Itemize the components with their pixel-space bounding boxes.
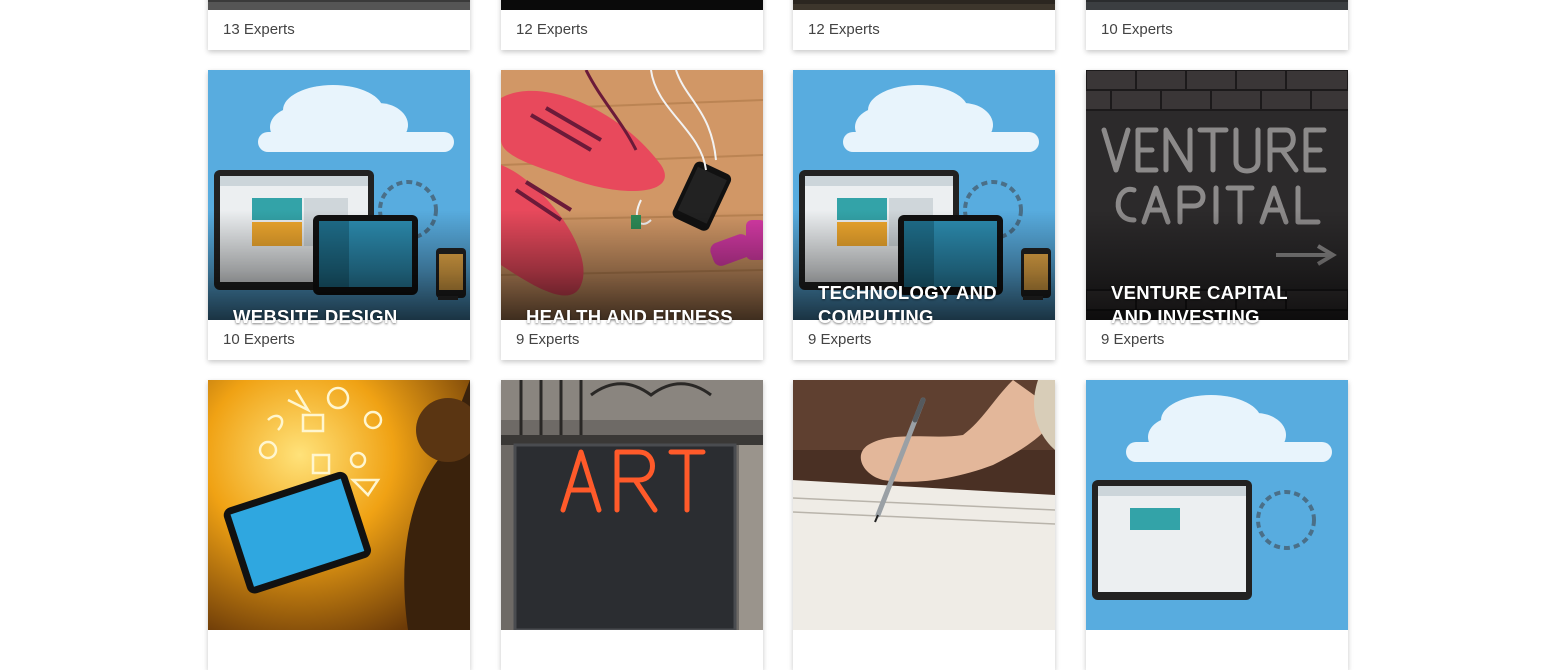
category-card[interactable] (793, 380, 1055, 670)
category-image (208, 0, 470, 10)
category-image (1086, 380, 1348, 630)
category-card[interactable]: 10 Experts (1086, 0, 1348, 50)
expert-count: 12 Experts (516, 21, 588, 38)
category-card[interactable]: 12 Experts (501, 0, 763, 50)
image-shade (208, 210, 470, 320)
category-image (793, 0, 1055, 10)
category-card-technology-computing[interactable]: TECHNOLOGY AND COMPUTING 9 Experts (793, 70, 1055, 360)
expert-count: 10 Experts (1101, 21, 1173, 38)
category-image (501, 0, 763, 10)
category-card[interactable] (501, 380, 763, 670)
expert-count: 9 Experts (808, 331, 872, 348)
category-image (208, 70, 470, 320)
expert-count: 9 Experts (516, 331, 580, 348)
category-card[interactable] (1086, 380, 1348, 670)
category-card[interactable]: 12 Experts (793, 0, 1055, 50)
category-image (208, 380, 470, 630)
category-card-health-fitness[interactable]: HEALTH AND FITNESS 9 Experts (501, 70, 763, 360)
expert-count: 10 Experts (223, 331, 295, 348)
category-image (1086, 0, 1348, 10)
category-card[interactable]: 13 Experts (208, 0, 470, 50)
category-card-website-design[interactable]: WEBSITE DESIGN 10 Experts (208, 70, 470, 360)
category-grid: 13 Experts 12 Experts 12 Experts 10 Expe… (0, 0, 1551, 670)
category-image (793, 380, 1055, 630)
expert-count: 9 Experts (1101, 331, 1165, 348)
category-image (501, 70, 763, 320)
category-image (501, 380, 763, 630)
category-card-venture-capital[interactable]: VENTURE CAPITAL AND INVESTING 9 Experts (1086, 70, 1348, 360)
expert-count: 12 Experts (808, 21, 880, 38)
image-shade (501, 210, 763, 320)
category-card[interactable] (208, 380, 470, 670)
expert-count: 13 Experts (223, 21, 295, 38)
